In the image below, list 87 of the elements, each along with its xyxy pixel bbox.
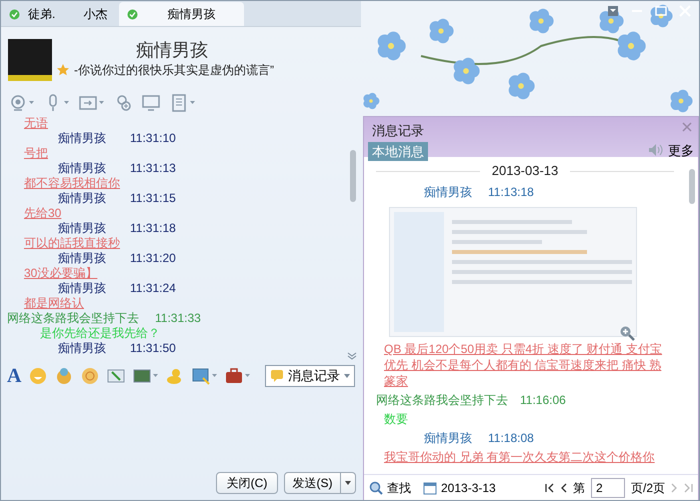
message-time: 11:16:06 (520, 392, 566, 408)
message-text: 号把 (24, 146, 48, 160)
message-time: 11:18:08 (488, 430, 534, 446)
speaker-icon[interactable] (648, 143, 664, 158)
star-icon[interactable] (56, 63, 70, 77)
close-button[interactable]: 关闭(C) (216, 472, 278, 494)
caret-icon[interactable] (64, 101, 69, 105)
message-time: 11:31:18 (130, 221, 176, 236)
first-page-icon[interactable] (544, 482, 554, 492)
sender-name: 痴情男孩 (424, 430, 472, 446)
sender-name: 痴情男孩 (58, 161, 106, 176)
message-time: 11:13:18 (488, 184, 534, 200)
dropdown-icon[interactable] (607, 5, 619, 17)
sender-name: 痴情男孩 (58, 281, 106, 296)
pencil-icon[interactable] (107, 367, 126, 385)
history-title: 消息记录 (372, 122, 424, 140)
sender-name: 痴情男孩 (58, 191, 106, 206)
sender-name: 痴情男孩 (58, 341, 106, 356)
maximize-icon[interactable] (655, 5, 667, 17)
caret-icon[interactable] (29, 101, 34, 105)
caret-icon[interactable] (153, 374, 158, 378)
message-time: 11:31:15 (130, 191, 176, 206)
avatar-image[interactable] (8, 39, 52, 81)
chat-tab[interactable]: 小杰 (63, 2, 120, 26)
remote-screen-icon[interactable] (142, 94, 160, 112)
message-time: 11:31:33 (155, 311, 201, 326)
page-prefix: 第 (572, 480, 585, 496)
caret-icon (345, 481, 351, 485)
more-link[interactable]: 更多 (668, 140, 694, 160)
message-text: 是你先给还是我先给？ (40, 326, 160, 340)
calendar-icon[interactable] (423, 480, 437, 494)
message-text: 先给30 (24, 206, 62, 220)
document-icon[interactable] (170, 94, 188, 112)
chat-tab[interactable]: 痴情男孩 (119, 2, 244, 26)
message-text: QB 最后120个50用卖 只需4折 速度了 财付通 支付宝优先 机会不是每个人都有的 信宝哥速度来把 痛快 熟篆家 (384, 342, 662, 388)
message-time: 11:31:24 (130, 281, 176, 296)
page-input[interactable]: 2 (590, 478, 625, 498)
chat-tab[interactable]: 徒弟. (1, 2, 64, 26)
next-page-icon[interactable] (671, 482, 678, 492)
sender-name: 痴情男孩 (58, 251, 106, 266)
contact-name: 痴情男孩 (135, 39, 209, 61)
close-icon[interactable] (682, 122, 692, 132)
message-time: 11:31:10 (130, 131, 176, 146)
sender-name: 网络这条路我会坚持下去 (7, 311, 139, 326)
message-text: 都是网络认 (24, 296, 84, 310)
page-total: 页/2页 (630, 480, 665, 496)
sender-name: 痴情男孩 (58, 221, 106, 236)
smiley-icon[interactable] (29, 367, 48, 385)
find-button[interactable]: 查找 (387, 478, 411, 496)
message-history-button[interactable]: 消息记录 (265, 365, 355, 387)
message-text: 都不容易我相信你 (24, 176, 120, 190)
font-icon[interactable]: A (7, 366, 22, 386)
sender-name: 痴情男孩 (58, 131, 106, 146)
message-text: 我宝哥你动的 兄弟 有第一次久友第二次这个价格你 (384, 450, 655, 464)
send-options-button[interactable] (341, 472, 356, 494)
caret-icon[interactable] (99, 101, 104, 105)
sender-name: 网络这条路我会坚持下去 (376, 392, 508, 408)
caret-icon[interactable] (190, 101, 195, 105)
webcam-icon[interactable] (9, 94, 27, 112)
message-text: 30没必要骗】 (24, 266, 98, 280)
face-icon[interactable] (81, 367, 100, 385)
collapse-icon[interactable] (347, 352, 357, 360)
sender-name: 痴情男孩 (424, 184, 472, 200)
scrollbar-thumb[interactable] (350, 150, 356, 202)
search-icon[interactable] (369, 480, 383, 494)
chat-bubble-icon (270, 369, 284, 383)
date-divider: 2013-03-13 (492, 163, 558, 179)
zoom-in-icon[interactable] (619, 325, 635, 341)
caret-icon[interactable] (245, 374, 250, 378)
last-page-icon[interactable] (684, 482, 693, 492)
scrollbar-thumb[interactable] (689, 169, 695, 204)
message-text: 无语 (24, 116, 48, 130)
message-time: 11:31:20 (130, 251, 176, 266)
send-button[interactable]: 发送(S) (284, 472, 341, 494)
message-text: 数要 (384, 412, 408, 426)
screenshot-icon[interactable] (192, 367, 210, 385)
file-transfer-icon[interactable] (79, 94, 97, 112)
previous-page-icon[interactable] (560, 482, 567, 492)
date-value[interactable]: 2013-3-13 (441, 478, 496, 496)
message-time: 11:31:50 (130, 341, 176, 356)
picture-icon[interactable] (133, 367, 152, 385)
caret-icon[interactable] (212, 374, 218, 378)
caret-icon (344, 374, 350, 378)
message-text: 可以的話我直接秒 (24, 236, 120, 250)
signature-text: -你说你过的很快乐其实是虚伪的谎言” (74, 62, 274, 79)
toolbox-icon[interactable] (225, 367, 244, 385)
message-time: 11:31:13 (130, 161, 176, 176)
